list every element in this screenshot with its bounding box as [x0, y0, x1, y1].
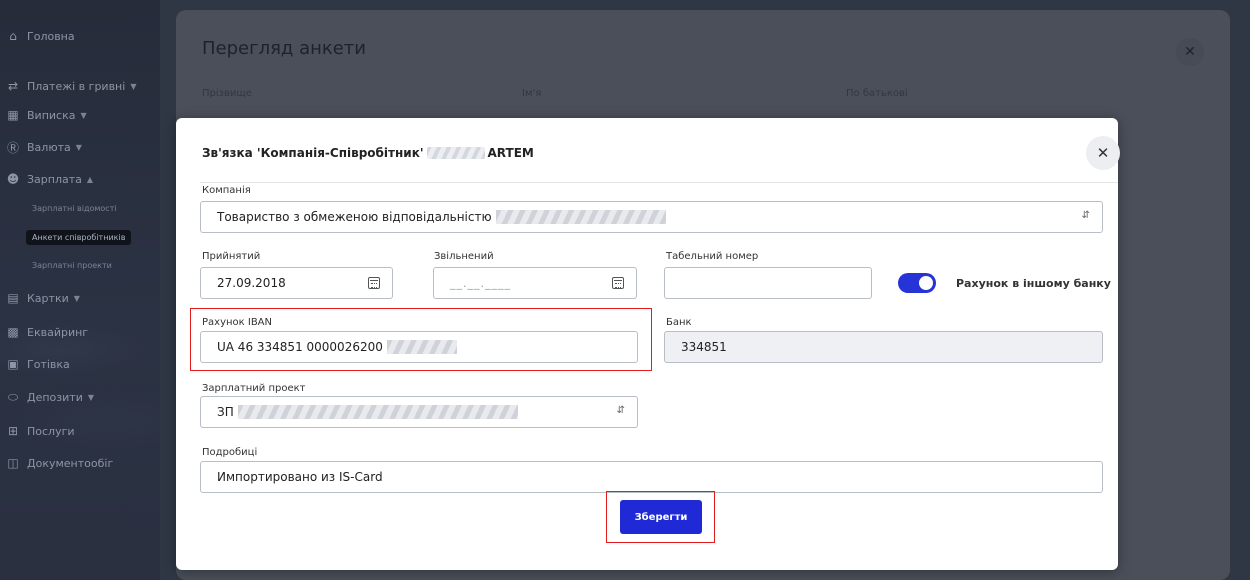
deposit-icon: ⬭	[7, 389, 19, 404]
sidebar: ⌂ Головна ⇄ Платежі в гривні ▼ ▦ Виписка…	[0, 0, 160, 580]
redacted-area	[237, 405, 518, 419]
hired-date-value: 27.09.2018	[217, 276, 286, 290]
company-label: Компанія	[202, 185, 251, 196]
chevron-down-icon: ▼	[73, 293, 80, 303]
tab-number-input[interactable]	[664, 267, 872, 299]
details-value: Импортировано из IS-Card	[217, 470, 383, 484]
sidebar-subitem-salary-projects[interactable]: Зарплатні проекти	[32, 261, 112, 270]
salary-project-value: ЗП	[217, 405, 234, 419]
sidebar-item-services[interactable]: ⊞ Послуги	[6, 421, 75, 441]
title-divider	[200, 182, 1118, 183]
close-icon: ✕	[1184, 44, 1196, 60]
sidebar-item-label: Зарплата	[27, 172, 82, 186]
bank-value: 334851	[681, 340, 727, 354]
sidebar-item-cash[interactable]: ▣ Готівка	[6, 354, 70, 374]
sidebar-item-label: Депозити	[27, 390, 83, 404]
redacted-area	[495, 210, 666, 224]
modal-close-button[interactable]: ✕	[1086, 136, 1120, 170]
bank-label: Банк	[666, 317, 692, 328]
sidebar-item-payments[interactable]: ⇄ Платежі в гривні ▼	[6, 76, 137, 96]
pos-icon: ▩	[7, 325, 19, 339]
calendar-icon[interactable]	[612, 277, 624, 289]
docs-icon: ◫	[7, 456, 19, 470]
company-select[interactable]: Товариство з обмеженою відповідальністю …	[200, 201, 1103, 233]
other-bank-label: Рахунок в іншому банку	[956, 277, 1111, 290]
page-title: Перегляд анкети	[202, 38, 366, 59]
salary-project-label: Зарплатний проект	[202, 383, 306, 394]
hired-label: Прийнятий	[202, 251, 261, 262]
bank-input: 334851	[664, 331, 1103, 363]
people-icon: ☻	[6, 172, 20, 186]
chevron-down-icon: ▼	[75, 142, 82, 152]
company-employee-modal: Зв'язка 'Компанія-Співробітник' ARTEM ✕ …	[176, 118, 1120, 570]
iban-highlight-box	[190, 308, 652, 371]
sidebar-item-cards[interactable]: ▤ Картки ▼	[6, 288, 80, 308]
calendar-icon[interactable]	[368, 277, 380, 289]
sidebar-item-label: Готівка	[27, 357, 70, 371]
sidebar-item-label: Платежі в гривні	[27, 79, 126, 93]
sidebar-item-deposits[interactable]: ⬭ Депозити ▼	[6, 387, 94, 407]
patronymic-label: По батькові	[846, 88, 908, 99]
sidebar-item-statement[interactable]: ▦ Виписка ▼	[6, 105, 87, 125]
sidebar-item-acquiring[interactable]: ▩ Еквайринг	[6, 322, 88, 342]
home-icon: ⌂	[9, 29, 17, 43]
select-arrows-icon: ⇵	[1081, 210, 1090, 221]
sidebar-subitem-salary-sheets[interactable]: Зарплатні відомості	[32, 204, 117, 213]
other-bank-toggle[interactable]	[898, 273, 936, 293]
modal-title-prefix: Зв'язка 'Компанія-Співробітник'	[202, 146, 424, 160]
fired-label: Звільнений	[434, 251, 494, 262]
modal-title-suffix: ARTEM	[487, 146, 534, 160]
save-highlight-box	[606, 491, 715, 543]
services-icon: ⊞	[7, 424, 19, 438]
sidebar-item-label: Головна	[27, 29, 75, 43]
salary-project-select[interactable]: ЗП ⇵	[200, 396, 638, 428]
toggle-knob	[919, 276, 933, 290]
chevron-down-icon: ▼	[130, 81, 137, 91]
sidebar-item-label: Еквайринг	[27, 325, 89, 339]
statement-icon: ▦	[7, 108, 19, 122]
company-value: Товариство з обмеженою відповідальністю	[217, 210, 492, 224]
sidebar-item-documents[interactable]: ◫ Документообіг	[6, 453, 113, 473]
chevron-up-icon: ▲	[86, 174, 94, 184]
sidebar-item-currency[interactable]: Ⓡ Валюта ▼	[6, 137, 82, 157]
tab-number-label: Табельний номер	[666, 251, 759, 262]
redacted-area	[426, 147, 485, 159]
name-label: Ім'я	[522, 88, 542, 99]
chevron-down-icon: ▼	[87, 392, 94, 402]
select-arrows-icon: ⇵	[616, 405, 625, 416]
close-icon: ✕	[1096, 144, 1110, 162]
currency-icon: Ⓡ	[6, 140, 19, 155]
sidebar-item-label: Документообіг	[27, 456, 114, 470]
sidebar-subitem-employee-profiles[interactable]: Анкети співробітників	[26, 230, 132, 245]
sidebar-item-home[interactable]: ⌂ Головна	[6, 26, 75, 46]
details-label: Подробиці	[202, 447, 258, 458]
outer-close-button[interactable]: ✕	[1176, 38, 1204, 66]
sidebar-item-label: Виписка	[27, 108, 76, 122]
sidebar-item-salary[interactable]: ☻ Зарплата ▲	[6, 169, 93, 189]
surname-label: Прізвище	[202, 88, 252, 99]
sidebar-item-label: Картки	[27, 291, 69, 305]
card-icon: ▤	[7, 291, 19, 305]
sidebar-item-label: Послуги	[27, 424, 75, 438]
transfer-icon: ⇄	[7, 79, 19, 93]
modal-title: Зв'язка 'Компанія-Співробітник' ARTEM	[202, 146, 534, 160]
fired-date-input[interactable]: __.__.____	[433, 267, 637, 299]
cash-icon: ▣	[7, 357, 19, 371]
fired-date-placeholder: __.__.____	[450, 276, 511, 290]
chevron-down-icon: ▼	[80, 110, 87, 120]
details-input[interactable]: Импортировано из IS-Card	[200, 461, 1103, 493]
hired-date-input[interactable]: 27.09.2018	[200, 267, 393, 299]
sidebar-item-label: Валюта	[27, 140, 71, 154]
